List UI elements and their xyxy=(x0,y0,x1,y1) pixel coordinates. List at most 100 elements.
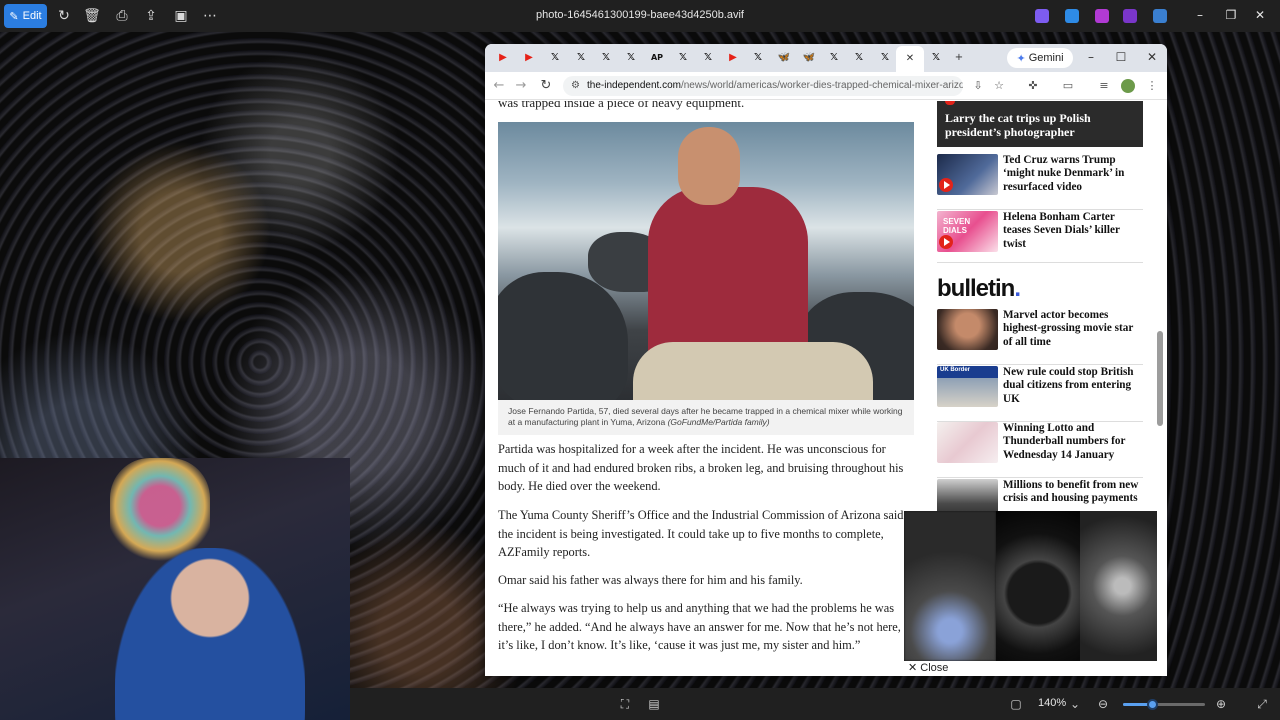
gemini-label: Gemini xyxy=(1028,52,1064,64)
media-controls-icon[interactable]: ≡ xyxy=(1097,79,1111,93)
x-tab-icon[interactable]: 𝕏 xyxy=(598,50,614,66)
video-close-label: Close xyxy=(920,662,949,674)
page-scrollbar[interactable] xyxy=(1157,101,1163,676)
bulletin-logo[interactable]: bulletin. xyxy=(937,275,1021,303)
fullscreen-icon[interactable]: ⤢ xyxy=(1255,697,1269,711)
maximize-icon[interactable]: ❐ xyxy=(1223,8,1239,22)
close-icon[interactable]: ✕ xyxy=(1252,8,1268,22)
youtube-tab-icon[interactable]: ▶ xyxy=(495,50,511,66)
youtube-tab-icon[interactable]: ▶ xyxy=(521,50,537,66)
split-view-icon[interactable]: ▭ xyxy=(1061,79,1075,93)
article-paragraph: Omar said his father was always there fo… xyxy=(498,573,803,587)
gemini-button[interactable]: ✦ Gemini xyxy=(1007,48,1073,68)
tab-strip: ▶ ▶ 𝕏 𝕏 𝕏 𝕏 AP 𝕏 𝕏 ▶ 𝕏 🦋 🦋 𝕏 𝕏 𝕏 ✕ 𝕏 + ✦… xyxy=(485,44,1167,72)
article-text-fragment: was trapped inside a piece of heavy equi… xyxy=(498,101,745,110)
bookmark-star-icon[interactable]: ☆ xyxy=(992,79,1006,93)
bulletin-item-title: Millions to benefit from new crisis and … xyxy=(1003,479,1139,505)
x-tab-icon[interactable]: 𝕏 xyxy=(877,50,893,66)
chevron-down-icon[interactable]: ⌄ xyxy=(1068,697,1082,711)
tray-app-icon[interactable] xyxy=(1095,9,1109,23)
featured-video-card[interactable]: Larry the cat trips up Polish president’… xyxy=(937,101,1143,147)
person-trousers xyxy=(633,342,873,400)
new-tab-icon[interactable]: + xyxy=(951,50,967,66)
reload-icon[interactable]: ↻ xyxy=(538,78,554,93)
featured-video-title: Larry the cat trips up Polish president’… xyxy=(945,111,1091,139)
bulletin-wordmark: bulletin xyxy=(937,275,1015,302)
scrollbar-thumb[interactable] xyxy=(1157,331,1163,426)
close-x-icon: ✕ xyxy=(908,662,918,674)
copilot-icon[interactable] xyxy=(1035,9,1049,23)
x-tab-icon[interactable]: 𝕏 xyxy=(928,50,944,66)
zoom-level[interactable]: 140% xyxy=(1038,697,1066,709)
x-tab-icon[interactable]: 𝕏 xyxy=(826,50,842,66)
zoom-slider[interactable] xyxy=(1123,699,1205,710)
browser-maximize-icon[interactable]: ☐ xyxy=(1113,50,1129,64)
rock xyxy=(498,272,628,400)
x-tab-icon[interactable]: 𝕏 xyxy=(851,50,867,66)
viewer-top-bar: ✎ Edit ↻ 🗑 ⎙ ⇪ ▣ ⋯ photo-1645461300199-b… xyxy=(0,0,1280,32)
actual-size-icon[interactable]: ▢ xyxy=(1009,697,1023,711)
bluesky-tab-icon[interactable]: 🦋 xyxy=(801,50,817,66)
live-badge xyxy=(945,101,955,105)
video-frame xyxy=(904,511,996,661)
video-close-button[interactable]: ✕ Close xyxy=(904,661,1157,676)
person-head xyxy=(678,127,740,205)
install-app-icon[interactable]: ⇩ xyxy=(971,79,985,93)
active-tab-close-icon[interactable]: ✕ xyxy=(896,46,924,72)
browser-minimize-icon[interactable]: – xyxy=(1083,50,1099,64)
bulletin-item[interactable]: Marvel actor becomes highest-grossing mo… xyxy=(937,309,1143,365)
bluesky-tab-icon[interactable]: 🦋 xyxy=(776,50,792,66)
bulletin-item[interactable]: Winning Lotto and Thunderball numbers fo… xyxy=(937,422,1143,478)
zoom-out-icon[interactable]: ⊖ xyxy=(1096,697,1110,711)
ap-tab-icon[interactable]: AP xyxy=(649,50,665,66)
browser-menu-icon[interactable]: ⋮ xyxy=(1145,79,1159,93)
photo-caption: Jose Fernando Partida, 57, died several … xyxy=(498,400,914,435)
floating-video-player[interactable]: ✕ Close xyxy=(904,511,1157,676)
video-frame xyxy=(996,511,1080,661)
sidebar-video-item[interactable]: Ted Cruz warns Trump ‘might nuke Denmark… xyxy=(937,154,1143,210)
bulletin-item[interactable]: UK Border New rule could stop British du… xyxy=(937,366,1143,422)
video-frame xyxy=(1080,511,1157,661)
viewer-bottom-bar: ⛶ ▤ ▢ 140% ⌄ ⊖ ⊕ ⤢ xyxy=(350,688,1280,720)
text-recognition-icon[interactable]: ▤ xyxy=(647,697,661,711)
browser-window: ▶ ▶ 𝕏 𝕏 𝕏 𝕏 AP 𝕏 𝕏 ▶ 𝕏 🦋 🦋 𝕏 𝕏 𝕏 ✕ 𝕏 + ✦… xyxy=(485,44,1167,676)
browser-toolbar: ← → ↻ ⚙ the-independent.com/news/world/a… xyxy=(485,72,1167,100)
sidebar-video-item[interactable]: SEVEN DIALS Helena Bonham Carter teases … xyxy=(937,211,1143,263)
x-tab-icon[interactable]: 𝕏 xyxy=(700,50,716,66)
web-page: was trapped inside a piece of heavy equi… xyxy=(485,101,1167,676)
site-info-icon[interactable]: ⚙ xyxy=(571,76,580,96)
minimize-icon[interactable]: – xyxy=(1192,8,1208,22)
x-tab-icon[interactable]: 𝕏 xyxy=(547,50,563,66)
bulletin-dot: . xyxy=(1014,275,1021,302)
x-tab-icon[interactable]: 𝕏 xyxy=(573,50,589,66)
article-thumbnail xyxy=(937,422,998,463)
x-tab-icon[interactable]: 𝕏 xyxy=(675,50,691,66)
caption-credit: (GoFundMe/Partida family) xyxy=(667,417,770,427)
article-paragraph: “He always was trying to help us and any… xyxy=(498,601,901,652)
article-photo[interactable] xyxy=(498,122,914,400)
gemini-icon: ✦ xyxy=(1016,52,1026,65)
article-thumbnail: UK Border xyxy=(937,366,998,407)
back-icon[interactable]: ← xyxy=(491,78,507,93)
browser-close-icon[interactable]: ✕ xyxy=(1144,50,1160,64)
cloud-icon[interactable] xyxy=(1153,9,1167,23)
tray-app-icon[interactable] xyxy=(1123,9,1137,23)
url-domain: the-independent.com xyxy=(587,80,681,91)
video-thumbnail: SEVEN DIALS xyxy=(937,211,998,252)
x-tab-icon[interactable]: 𝕏 xyxy=(623,50,639,66)
sidebar-item-title: Helena Bonham Carter teases Seven Dials’… xyxy=(1003,211,1120,250)
thumbnail-title: UK Border xyxy=(940,367,971,373)
bulletin-item-title: New rule could stop British dual citizen… xyxy=(1003,366,1134,405)
profile-avatar[interactable] xyxy=(1121,79,1135,93)
forward-icon[interactable]: → xyxy=(513,78,529,93)
address-bar[interactable]: ⚙ the-independent.com/news/world/america… xyxy=(563,76,963,96)
x-tab-icon[interactable]: 𝕏 xyxy=(750,50,766,66)
tray-app-icon[interactable] xyxy=(1065,9,1079,23)
fit-screen-icon[interactable]: ⛶ xyxy=(618,697,632,711)
zoom-slider-knob[interactable] xyxy=(1146,699,1158,710)
video-thumbnail xyxy=(937,154,998,195)
youtube-tab-icon[interactable]: ▶ xyxy=(725,50,741,66)
zoom-in-icon[interactable]: ⊕ xyxy=(1214,697,1228,711)
bulletin-item-title: Marvel actor becomes highest-grossing mo… xyxy=(1003,309,1134,348)
extensions-icon[interactable]: ✜ xyxy=(1026,79,1040,93)
